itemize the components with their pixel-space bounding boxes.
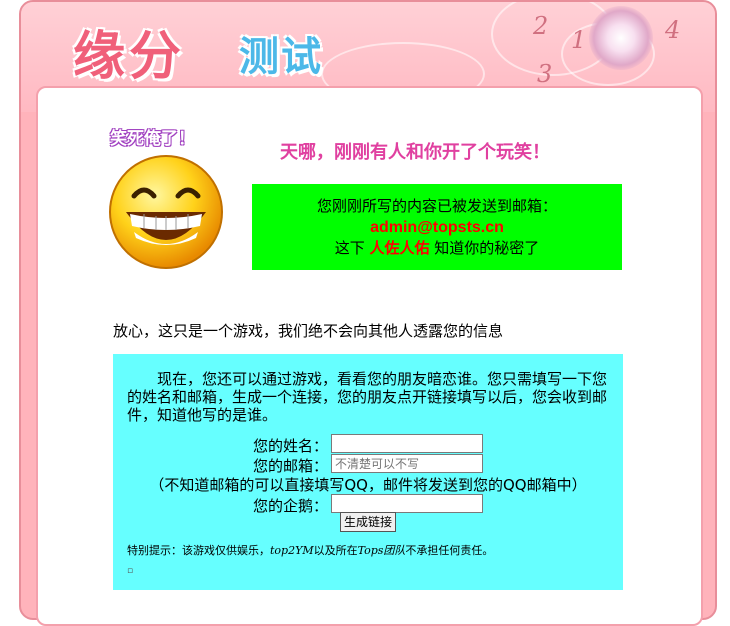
result-headline: 天哪，刚刚有人和你开了个玩笑！ xyxy=(280,142,550,163)
tip-mid: 以及所在 xyxy=(313,544,358,557)
email-input[interactable] xyxy=(331,454,483,473)
qq-input[interactable] xyxy=(331,494,483,513)
qq-label: 您的企鹅： xyxy=(253,497,329,515)
form-intro: 现在，您还可以通过游戏，看看您的朋友暗恋谁。您只需填写一下您的姓名和邮箱，生成一… xyxy=(127,370,608,424)
sparkle-glow xyxy=(589,6,653,70)
recipient-email: admin@topsts.cn xyxy=(370,219,504,236)
generate-link-button[interactable]: 生成链接 xyxy=(340,512,396,532)
laugh-caption: 笑死俺了！ xyxy=(110,129,195,149)
sent-line: 您刚刚所写的内容已被发送到邮箱： xyxy=(316,197,557,215)
email-row: 您的邮箱： xyxy=(113,454,623,475)
create-link-form: 现在，您还可以通过游戏，看看您的朋友暗恋谁。您只需填写一下您的姓名和邮箱，生成一… xyxy=(113,354,623,590)
broken-image-icon: ▫ xyxy=(127,566,134,576)
qq-row: 您的企鹅： xyxy=(113,494,623,515)
notice-prefix: 这下 xyxy=(334,239,365,257)
logo-title-main: 缘分 xyxy=(73,27,186,87)
name-row: 您的姓名： xyxy=(113,434,623,455)
email-label: 您的邮箱： xyxy=(253,457,329,475)
laughing-smiley-icon xyxy=(109,155,223,269)
notice-suffix: 知道你的秘密了 xyxy=(434,239,540,257)
deco-number: 4 xyxy=(665,16,681,44)
name-label: 您的姓名： xyxy=(253,437,329,455)
deco-number: 3 xyxy=(537,60,553,88)
tip-suffix: 不承担任何责任。 xyxy=(405,544,494,557)
qq-note: （不知道邮箱的可以直接填写QQ，邮件将发送到您的QQ邮箱中） xyxy=(149,476,587,494)
tip-prefix: 特别提示：该游戏仅供娱乐， xyxy=(127,544,270,557)
tip-team: Tops团队 xyxy=(357,544,406,557)
tip-brand: top2YM xyxy=(270,544,314,557)
deco-number: 1 xyxy=(571,26,587,54)
sent-notice-box: 您刚刚所写的内容已被发送到邮箱： admin@topsts.cn 这下 人佐人佑… xyxy=(252,184,622,270)
disclaimer-tip: 特别提示：该游戏仅供娱乐，top2YM以及所在Tops团队不承担任何责任。 xyxy=(127,542,493,558)
name-input[interactable] xyxy=(331,434,483,453)
privacy-reassurance: 放心，这只是一个游戏，我们绝不会向其他人透露您的信息 xyxy=(113,322,504,340)
logo-title-sub: 测试 xyxy=(239,34,323,80)
deco-number: 2 xyxy=(533,12,549,40)
notice-person: 人佐人佑 xyxy=(369,239,430,257)
